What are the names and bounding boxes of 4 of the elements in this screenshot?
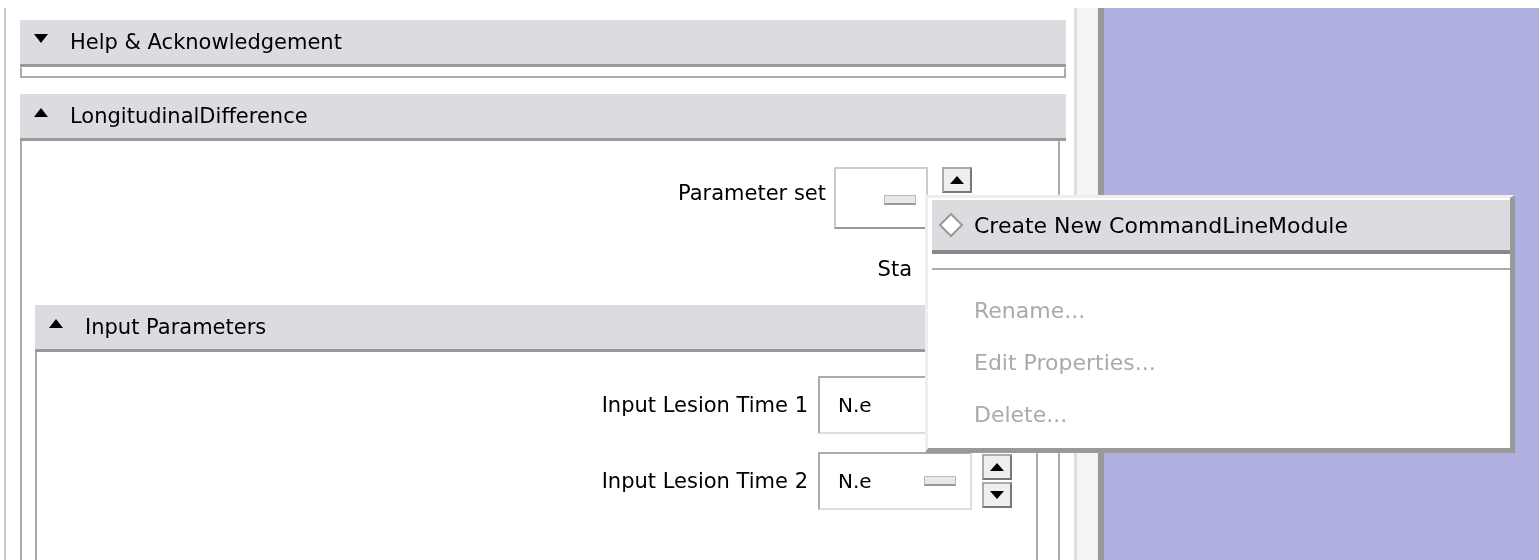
- parameter-set-label: Parameter set: [677, 181, 826, 205]
- field-label: Input Lesion Time 1: [601, 393, 808, 417]
- status-label: Sta: [877, 257, 912, 283]
- field-label: Input Lesion Time 2: [601, 469, 808, 493]
